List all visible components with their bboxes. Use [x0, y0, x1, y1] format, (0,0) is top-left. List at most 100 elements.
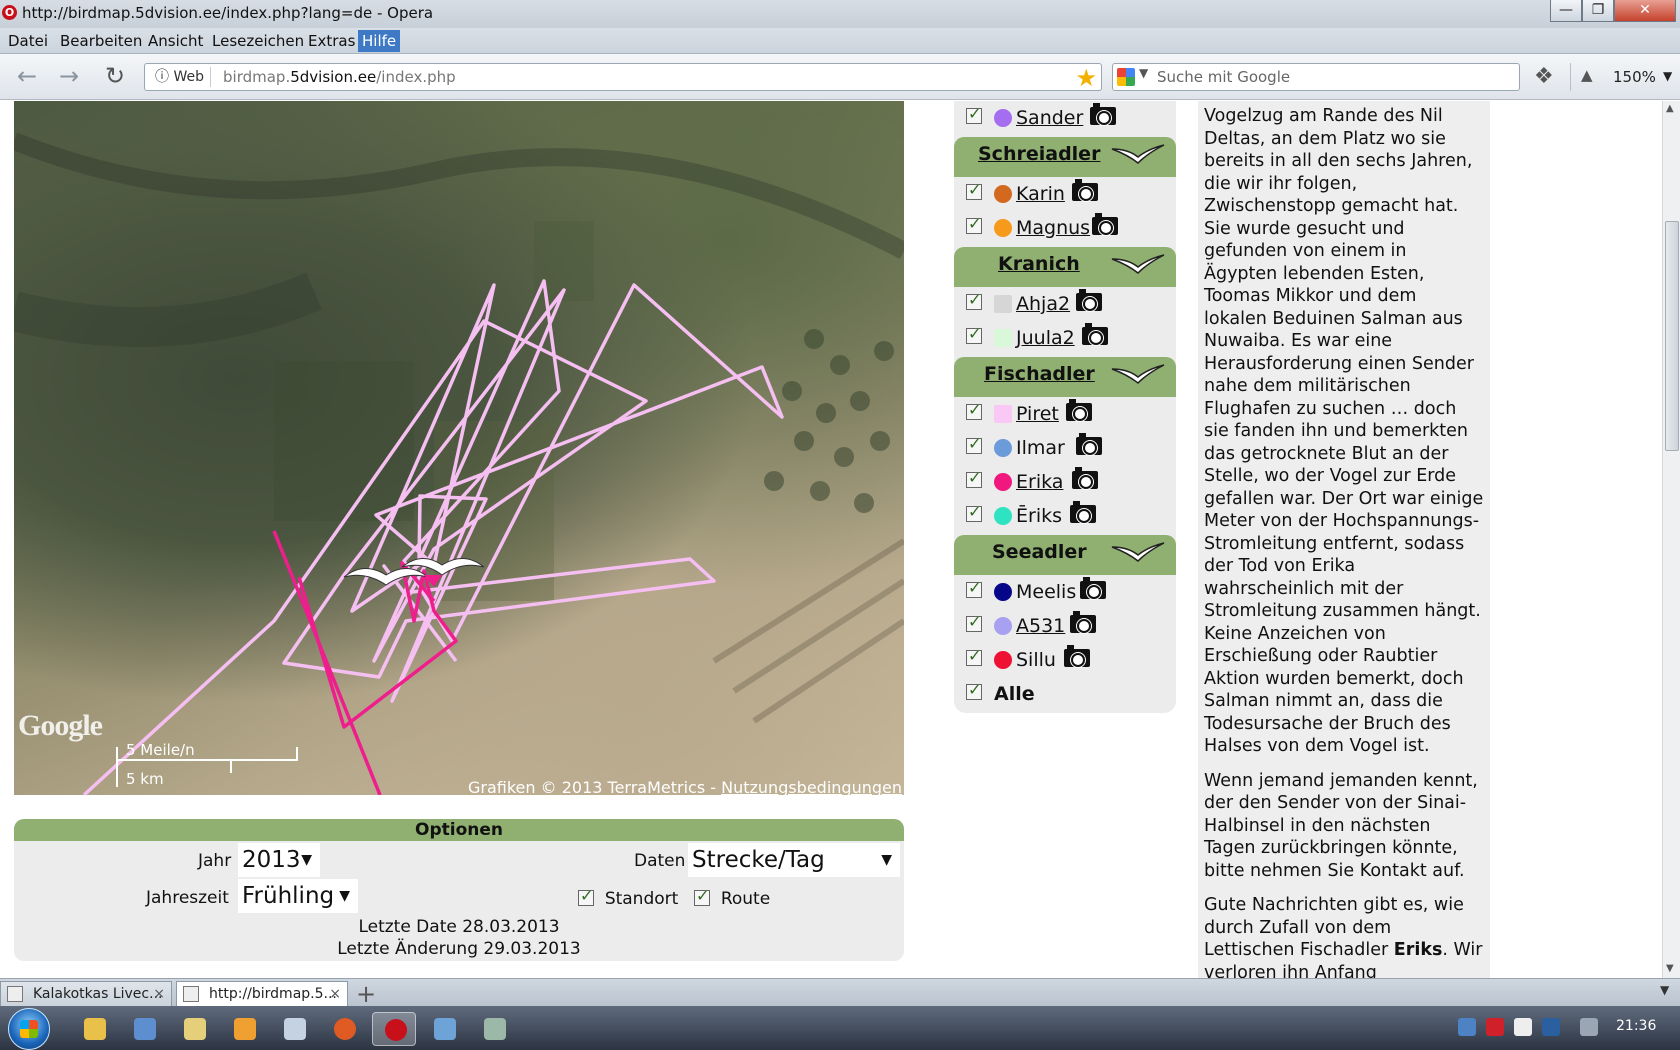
- bird-name[interactable]: Karin: [1016, 183, 1065, 205]
- maximize-button[interactable]: ❐: [1582, 0, 1614, 22]
- google-icon[interactable]: [1117, 68, 1135, 86]
- scroll-down-icon[interactable]: ▼: [1666, 963, 1674, 974]
- species-header-kranich[interactable]: Kranich: [954, 247, 1176, 287]
- opera-taskbar-icon[interactable]: [372, 1012, 416, 1046]
- reload-icon[interactable]: ↻: [100, 62, 130, 92]
- bird-name[interactable]: Piret: [1016, 403, 1059, 425]
- camera-icon[interactable]: [1070, 501, 1096, 523]
- notepad-icon[interactable]: [272, 1012, 316, 1046]
- tab-kalakotkas[interactable]: Kalakotkas Livec... ×: [0, 981, 172, 1007]
- bird-checkbox[interactable]: [966, 578, 982, 598]
- bird-checkbox[interactable]: [966, 290, 982, 310]
- menu-ansicht[interactable]: Ansicht: [148, 32, 203, 50]
- url-field[interactable]: ⓘ Web birdmap.5dvision.ee/index.php ★: [144, 63, 1102, 92]
- extensions-puzzle-icon[interactable]: ❖: [1534, 64, 1554, 89]
- tray-volume-icon[interactable]: [1580, 1018, 1598, 1036]
- bird-row-karin[interactable]: Karin: [954, 177, 1176, 211]
- bookmark-star-icon[interactable]: ★: [1075, 64, 1097, 92]
- forward-arrow-icon[interactable]: →: [54, 62, 84, 92]
- bird-name[interactable]: Erika: [1016, 471, 1063, 493]
- tray-app-icon[interactable]: [1458, 1018, 1476, 1036]
- data-select[interactable]: Strecke/Tag ▼: [688, 843, 900, 877]
- tray-signal-icon[interactable]: [1550, 1018, 1568, 1036]
- bird-row-erika[interactable]: Erika: [954, 465, 1176, 499]
- remote-desktop-icon[interactable]: [422, 1012, 466, 1046]
- tray-z-icon[interactable]: [1514, 1018, 1532, 1036]
- page-scrollbar[interactable]: ▲ ▼: [1662, 101, 1680, 978]
- zoom-control[interactable]: ▲ 150% ▼: [1570, 63, 1678, 91]
- bird-row-juula2[interactable]: Juula2: [954, 321, 1176, 355]
- camera-icon[interactable]: [1072, 467, 1098, 489]
- bird-row-sillu[interactable]: Sillu: [954, 643, 1176, 677]
- bird-name[interactable]: Ahja2: [1016, 293, 1070, 315]
- bird-checkbox[interactable]: [966, 502, 982, 522]
- route-option[interactable]: Route: [694, 886, 770, 909]
- scroll-up-icon[interactable]: ▲: [1666, 103, 1674, 114]
- back-arrow-icon[interactable]: ←: [12, 62, 42, 92]
- search-engine-chevron-icon[interactable]: ▼: [1139, 66, 1148, 80]
- bird-checkbox[interactable]: [966, 400, 982, 420]
- tab-birdmap[interactable]: http://birdmap.5... ×: [176, 981, 348, 1007]
- bird-checkbox[interactable]: [966, 214, 982, 234]
- species-name[interactable]: Fischadler: [984, 363, 1095, 385]
- bird-row-all[interactable]: Alle: [954, 677, 1176, 711]
- bird-name[interactable]: Magnus: [1016, 217, 1090, 239]
- network-icon[interactable]: [122, 1012, 166, 1046]
- scrollbar-thumb[interactable]: [1665, 221, 1679, 451]
- bird-checkbox[interactable]: [966, 180, 982, 200]
- menu-datei[interactable]: Datei: [8, 32, 48, 50]
- species-name[interactable]: Schreiadler: [978, 143, 1100, 165]
- folder-icon[interactable]: [172, 1012, 216, 1046]
- explorer-icon[interactable]: [72, 1012, 116, 1046]
- species-name[interactable]: Seeadler: [992, 541, 1087, 563]
- firefox-icon[interactable]: [322, 1012, 366, 1046]
- menu-extras[interactable]: Extras: [308, 32, 355, 50]
- close-button[interactable]: ✕: [1614, 0, 1676, 22]
- camera-icon[interactable]: [1092, 213, 1118, 235]
- menu-lesezeichen[interactable]: Lesezeichen: [212, 32, 304, 50]
- bird-name[interactable]: A531: [1016, 615, 1065, 637]
- menu-hilfe[interactable]: Hilfe: [358, 30, 401, 52]
- web-badge[interactable]: ⓘ Web: [149, 67, 211, 87]
- camera-icon[interactable]: [1076, 289, 1102, 311]
- species-header-seeadler[interactable]: Seeadler: [954, 535, 1176, 575]
- bird-checkbox[interactable]: [966, 434, 982, 454]
- close-tab-icon[interactable]: ×: [153, 982, 165, 1006]
- camera-icon[interactable]: [1076, 433, 1102, 455]
- bird-row-eriks[interactable]: Ēriks: [954, 499, 1176, 533]
- bird-row-sander[interactable]: Sander: [954, 101, 1176, 135]
- location-option[interactable]: Standort: [578, 886, 678, 909]
- year-select[interactable]: 2013 ▼: [238, 843, 320, 877]
- camera-icon[interactable]: [1080, 577, 1106, 599]
- media-player-icon[interactable]: [222, 1012, 266, 1046]
- route-checkbox[interactable]: [694, 886, 710, 906]
- bird-name[interactable]: Juula2: [1016, 327, 1075, 349]
- camera-icon[interactable]: [1090, 103, 1116, 125]
- bird-row-magnus[interactable]: Magnus: [954, 211, 1176, 245]
- bird-row-ilmar[interactable]: Ilmar: [954, 431, 1176, 465]
- start-button[interactable]: [8, 1008, 50, 1050]
- camera-icon[interactable]: [1066, 399, 1092, 421]
- camera-icon[interactable]: [1072, 179, 1098, 201]
- terms-link[interactable]: Nutzungsbedingungen: [721, 778, 902, 795]
- zoom-chevron-icon[interactable]: ▼: [1663, 69, 1672, 83]
- satellite-map[interactable]: Google 5 Meile/n 5 km Grafiken © 2013 Te…: [14, 101, 904, 795]
- bird-checkbox[interactable]: [966, 612, 982, 632]
- google-logo[interactable]: Google: [18, 709, 103, 743]
- camera-icon[interactable]: [1082, 323, 1108, 345]
- search-field[interactable]: ▼ Suche mit Google: [1112, 63, 1520, 91]
- species-name[interactable]: Kranich: [998, 253, 1080, 275]
- camera-icon[interactable]: [1064, 645, 1090, 667]
- close-tab-icon[interactable]: ×: [329, 982, 341, 1006]
- season-select[interactable]: Frühling ▼: [238, 879, 358, 913]
- bird-name[interactable]: Sander: [1016, 107, 1083, 129]
- bird-row-piret[interactable]: Piret: [954, 397, 1176, 431]
- tools-icon[interactable]: [472, 1012, 516, 1046]
- bird-checkbox[interactable]: [966, 468, 982, 488]
- menu-bearbeiten[interactable]: Bearbeiten: [60, 32, 142, 50]
- bird-checkbox[interactable]: [966, 324, 982, 344]
- camera-icon[interactable]: [1070, 611, 1096, 633]
- clock[interactable]: 21:36: [1616, 1018, 1656, 1034]
- all-checkbox[interactable]: [966, 680, 982, 700]
- bird-row-ahja2[interactable]: Ahja2: [954, 287, 1176, 321]
